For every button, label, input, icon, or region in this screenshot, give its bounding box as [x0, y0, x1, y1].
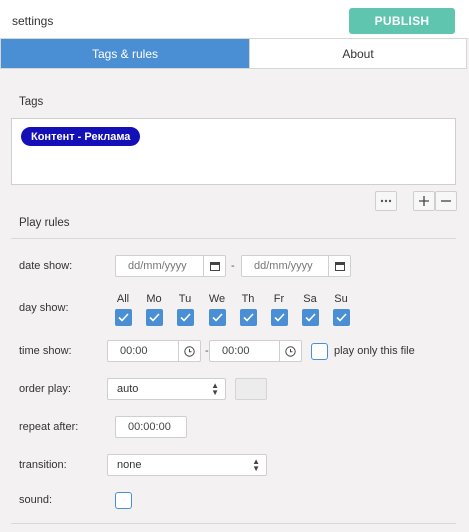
play-only-this-file-label: play only this file: [334, 345, 415, 357]
day-label-fr: Fr: [273, 293, 285, 305]
transition-select[interactable]: none ▲ ▼: [107, 454, 267, 476]
bottom-divider: [11, 523, 456, 524]
order-play-label: order play:: [19, 383, 71, 395]
clock-icon[interactable]: [178, 341, 200, 361]
time-from-field[interactable]: 00:00: [107, 340, 201, 362]
order-play-extra-field: [235, 378, 267, 400]
minus-icon: [441, 200, 451, 202]
day-label-tu: Tu: [178, 293, 192, 305]
chevron-up-down-icon: ▲ ▼: [252, 457, 260, 473]
day-checkbox-su[interactable]: [333, 309, 350, 326]
more-options-button[interactable]: [375, 191, 397, 211]
date-to-placeholder: dd/mm/yyyy: [254, 260, 313, 272]
check-icon: [243, 313, 254, 322]
publish-button[interactable]: PUBLISH: [349, 8, 455, 34]
day-checkbox-mo[interactable]: [146, 309, 163, 326]
day-label-sa: Sa: [303, 293, 317, 305]
app-title: settings: [12, 14, 54, 28]
check-icon: [305, 313, 316, 322]
sound-checkbox[interactable]: [115, 492, 132, 509]
date-to-field[interactable]: dd/mm/yyyy: [241, 255, 351, 277]
play-rules-label: Play rules: [19, 217, 70, 229]
check-icon: [212, 313, 223, 322]
day-checkbox-th[interactable]: [240, 309, 257, 326]
time-to-value: 00:00: [222, 345, 250, 357]
check-icon: [118, 313, 129, 322]
add-tag-button[interactable]: [413, 191, 435, 211]
order-play-select[interactable]: auto ▲ ▼: [107, 378, 226, 400]
repeat-after-label: repeat after:: [19, 421, 79, 433]
check-icon: [336, 313, 347, 322]
plus-icon: [419, 196, 429, 206]
date-from-field[interactable]: dd/mm/yyyy: [115, 255, 226, 277]
tab-tags-and-rules[interactable]: Tags & rules: [1, 39, 249, 68]
tab-about[interactable]: About: [249, 39, 466, 68]
tag-chip[interactable]: Контент - Реклама: [21, 127, 141, 146]
check-icon: [149, 313, 160, 322]
day-label-su: Su: [334, 293, 348, 305]
play-rules-divider: [11, 238, 456, 239]
time-from-value: 00:00: [120, 345, 148, 357]
remove-tag-button[interactable]: [435, 191, 457, 211]
date-show-label: date show:: [19, 260, 73, 272]
date-from-placeholder: dd/mm/yyyy: [128, 260, 187, 272]
day-checkbox-tu[interactable]: [177, 309, 194, 326]
time-show-label: time show:: [19, 345, 72, 357]
repeat-after-field[interactable]: 00:00:00: [115, 416, 187, 438]
date-separator: -: [231, 260, 235, 272]
clock-icon[interactable]: [279, 341, 301, 361]
repeat-after-value: 00:00:00: [128, 421, 171, 433]
sound-label: sound:: [19, 494, 53, 506]
top-bar: settings PUBLISH: [0, 0, 469, 39]
chevron-up-down-icon: ▲ ▼: [211, 381, 219, 397]
day-label-th: Th: [241, 293, 255, 305]
tags-box[interactable]: Контент - Реклама: [11, 118, 456, 185]
check-icon: [180, 313, 191, 322]
day-checkbox-fr[interactable]: [271, 309, 288, 326]
transition-value: none: [117, 459, 142, 471]
day-label-we: We: [208, 293, 226, 305]
tab-bar: Tags & rules About: [0, 38, 467, 69]
calendar-icon[interactable]: [328, 256, 350, 276]
day-show-label: day show:: [19, 302, 69, 314]
tags-section-label: Tags: [19, 96, 44, 108]
day-label-mo: Mo: [146, 293, 162, 305]
day-checkbox-sa[interactable]: [302, 309, 319, 326]
time-to-field[interactable]: 00:00: [209, 340, 302, 362]
day-checkbox-we[interactable]: [209, 309, 226, 326]
order-play-value: auto: [117, 383, 139, 395]
more-icon: [380, 199, 392, 203]
day-checkbox-all[interactable]: [115, 309, 132, 326]
transition-label: transition:: [19, 459, 67, 471]
play-only-this-file-checkbox[interactable]: [311, 343, 328, 360]
check-icon: [274, 313, 285, 322]
calendar-icon[interactable]: [203, 256, 225, 276]
day-label-all: All: [116, 293, 130, 305]
